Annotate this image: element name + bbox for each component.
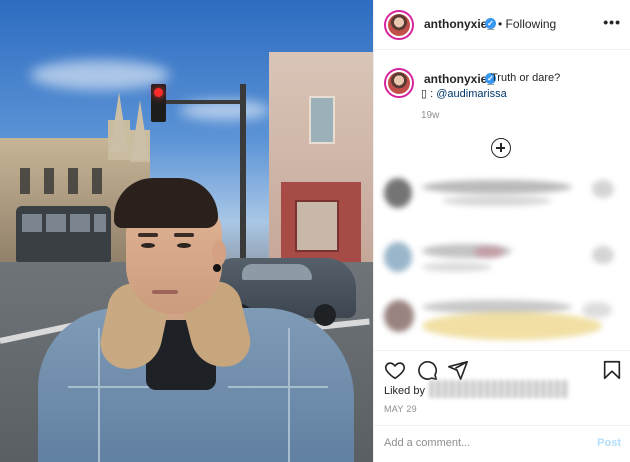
eye xyxy=(141,243,155,248)
plus-circle-icon[interactable] xyxy=(491,138,511,158)
post-photo[interactable] xyxy=(0,0,373,462)
signal-pole xyxy=(240,84,246,264)
caption-timestamp[interactable]: 19w xyxy=(421,110,439,121)
tag-prefix: ▯ : xyxy=(421,88,434,100)
avatar[interactable] xyxy=(384,10,414,40)
bus xyxy=(16,206,111,262)
header-username[interactable]: anthonyxie_ xyxy=(424,17,494,31)
post-side-panel: anthonyxie_ ✓ • Following ••• anthonyxie… xyxy=(373,0,630,462)
caption-tagline: ▯ : @audimarissa xyxy=(421,87,507,100)
caption-text: Truth or dare? xyxy=(491,72,561,84)
ear xyxy=(212,240,226,266)
heart-icon[interactable] xyxy=(384,359,406,381)
eyebrow xyxy=(138,233,158,237)
obscured-liker-names xyxy=(430,380,570,398)
verified-badge-icon: ✓ xyxy=(485,18,496,29)
eye xyxy=(177,243,191,248)
eyebrow xyxy=(174,233,194,237)
paper-plane-icon[interactable] xyxy=(447,359,469,381)
mouth xyxy=(152,290,178,294)
signal-arm xyxy=(166,100,242,104)
comment-item xyxy=(382,172,622,216)
comment-bubble-icon[interactable] xyxy=(416,359,438,381)
liked-by-label: Liked by xyxy=(384,385,425,397)
post-date[interactable]: MAY 29 xyxy=(384,404,417,414)
caption-username[interactable]: anthonyxie_ xyxy=(424,72,494,86)
building-right xyxy=(269,52,373,282)
mention-link[interactable]: @audimarissa xyxy=(436,88,506,100)
comment-item xyxy=(382,296,622,340)
action-bar xyxy=(374,350,630,382)
post-header: anthonyxie_ ✓ • Following ••• xyxy=(374,0,630,50)
caption-avatar[interactable] xyxy=(384,68,414,98)
bookmark-icon[interactable] xyxy=(601,359,623,381)
earring xyxy=(213,264,221,272)
more-options-icon[interactable]: ••• xyxy=(603,14,621,30)
comment-input[interactable] xyxy=(384,437,584,449)
hair xyxy=(114,178,218,228)
church-spire xyxy=(110,92,128,152)
post-comment-button[interactable]: Post xyxy=(597,437,621,449)
following-status[interactable]: • Following xyxy=(498,17,556,31)
sky-cloud xyxy=(30,60,170,90)
traffic-light xyxy=(151,84,166,122)
comment-item xyxy=(382,236,622,280)
church-spire xyxy=(131,100,149,160)
comment-composer: Post xyxy=(374,425,630,462)
